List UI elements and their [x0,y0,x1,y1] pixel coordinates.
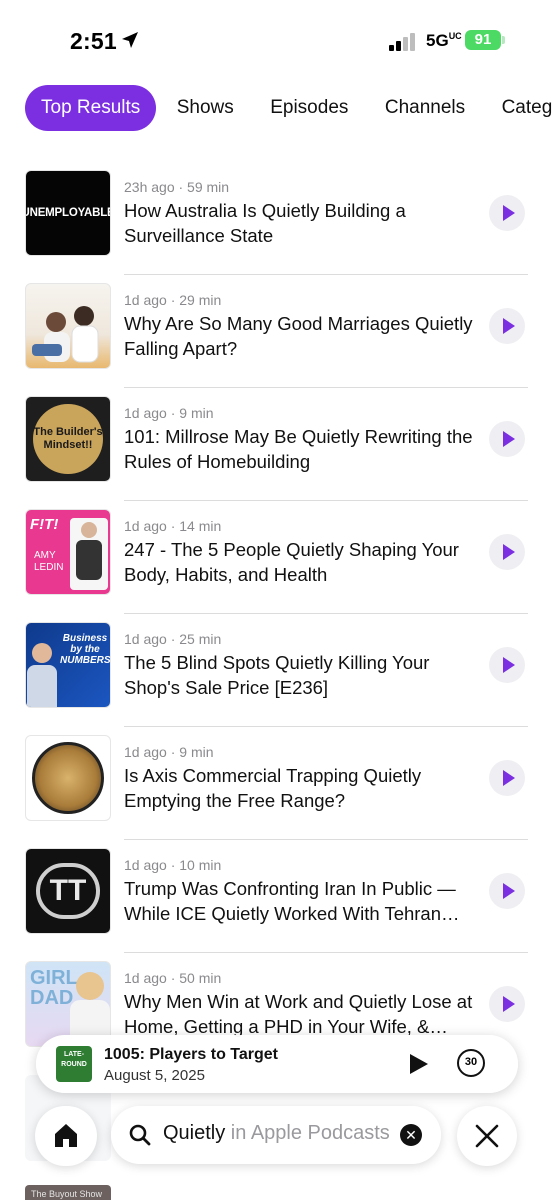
play-button[interactable] [489,986,525,1022]
episode-title: Trump Was Confronting Iran In Public — W… [124,878,460,924]
episode-list: UNEMPLOYABLE 23h ago · 59 min How Austra… [0,162,553,1066]
status-time: 2:51 [70,28,117,54]
episode-meta: 1d ago · 9 min [124,744,214,760]
search-input[interactable]: Quietly in Apple Podcasts ✕ [111,1106,441,1164]
episode-artwork [25,735,111,821]
play-button[interactable] [489,873,525,909]
tab-episodes[interactable]: Episodes [270,85,348,131]
episode-artwork: TT [25,848,111,934]
episode-meta: 23h ago · 59 min [124,179,230,195]
episode-artwork: UNEMPLOYABLE [25,170,111,256]
episode-meta: 1d ago · 50 min [124,970,222,986]
play-icon[interactable] [408,1052,430,1076]
list-item[interactable]: TT 1d ago · 10 min Trump Was Confronting… [0,840,553,953]
episode-meta: 1d ago · 14 min [124,518,222,534]
list-item[interactable]: 1d ago · 29 min Why Are So Many Good Mar… [0,275,553,388]
home-icon [55,1124,77,1147]
episode-meta: 1d ago · 25 min [124,631,222,647]
episode-title: Why Are So Many Good Marriages Quietly F… [124,313,473,359]
play-button[interactable] [489,534,525,570]
search-icon [129,1124,151,1146]
episode-title: Why Men Win at Work and Quietly Lose at … [124,991,473,1037]
status-bar: 2:51 5GUC 91 [0,0,553,80]
battery-indicator: 91 [465,30,501,50]
list-item[interactable]: 1d ago · 9 min Is Axis Commercial Trappi… [0,727,553,840]
episode-title: 101: Millrose May Be Quietly Rewriting t… [124,426,473,472]
tab-categories[interactable]: Catego [502,85,553,131]
episode-title: The 5 Blind Spots Quietly Killing Your S… [124,652,430,698]
now-playing-bar[interactable]: LATE-ROUND 1005: Players to Target Augus… [36,1035,518,1093]
close-button[interactable] [457,1106,517,1166]
search-scope-tabs: Top Results Shows Episodes Channels Cate… [25,85,553,131]
episode-meta: 1d ago · 9 min [124,405,214,421]
skip-forward-30-icon[interactable]: 30 [457,1049,485,1077]
now-playing-title: 1005: Players to Target [104,1046,279,1063]
tab-shows[interactable]: Shows [177,85,234,131]
network-label: 5GUC [426,31,462,50]
tab-top-results[interactable]: Top Results [25,85,157,131]
location-arrow-icon [122,32,138,48]
episode-artwork: The Builder's Mindset!! [25,396,111,482]
search-query: Quietly [163,1122,226,1144]
episode-title: Is Axis Commercial Trapping Quietly Empt… [124,765,422,811]
list-item[interactable]: UNEMPLOYABLE 23h ago · 59 min How Austra… [0,162,553,275]
play-button[interactable] [489,647,525,683]
signal-icon [389,33,415,51]
clear-icon[interactable]: ✕ [400,1124,422,1146]
play-button[interactable] [489,760,525,796]
home-button[interactable] [35,1106,97,1166]
episode-artwork [25,283,111,369]
search-scope: in Apple Podcasts [225,1122,390,1144]
tab-channels[interactable]: Channels [385,85,465,131]
episode-title: How Australia Is Quietly Building a Surv… [124,200,406,246]
play-button[interactable] [489,421,525,457]
episode-artwork: Business by the NUMBERS [25,622,111,708]
now-playing-date: August 5, 2025 [104,1067,205,1084]
episode-meta: 1d ago · 29 min [124,292,222,308]
search-text: Quietly in Apple Podcasts [163,1122,393,1145]
faded-artwork-label: The Buyout Show [25,1185,111,1200]
play-button[interactable] [489,195,525,231]
list-item[interactable]: Business by the NUMBERS 1d ago · 25 min … [0,614,553,727]
now-playing-artwork: LATE-ROUND [56,1046,92,1082]
episode-artwork: F!T! AMY LEDIN [25,509,111,595]
episode-meta: 1d ago · 10 min [124,857,222,873]
list-item[interactable]: The Builder's Mindset!! 1d ago · 9 min 1… [0,388,553,501]
close-icon [475,1124,499,1148]
episode-title: 247 - The 5 People Quietly Shaping Your … [124,539,459,585]
play-button[interactable] [489,308,525,344]
list-item[interactable]: F!T! AMY LEDIN 1d ago · 14 min 247 - The … [0,501,553,614]
battery-cap [502,36,505,44]
